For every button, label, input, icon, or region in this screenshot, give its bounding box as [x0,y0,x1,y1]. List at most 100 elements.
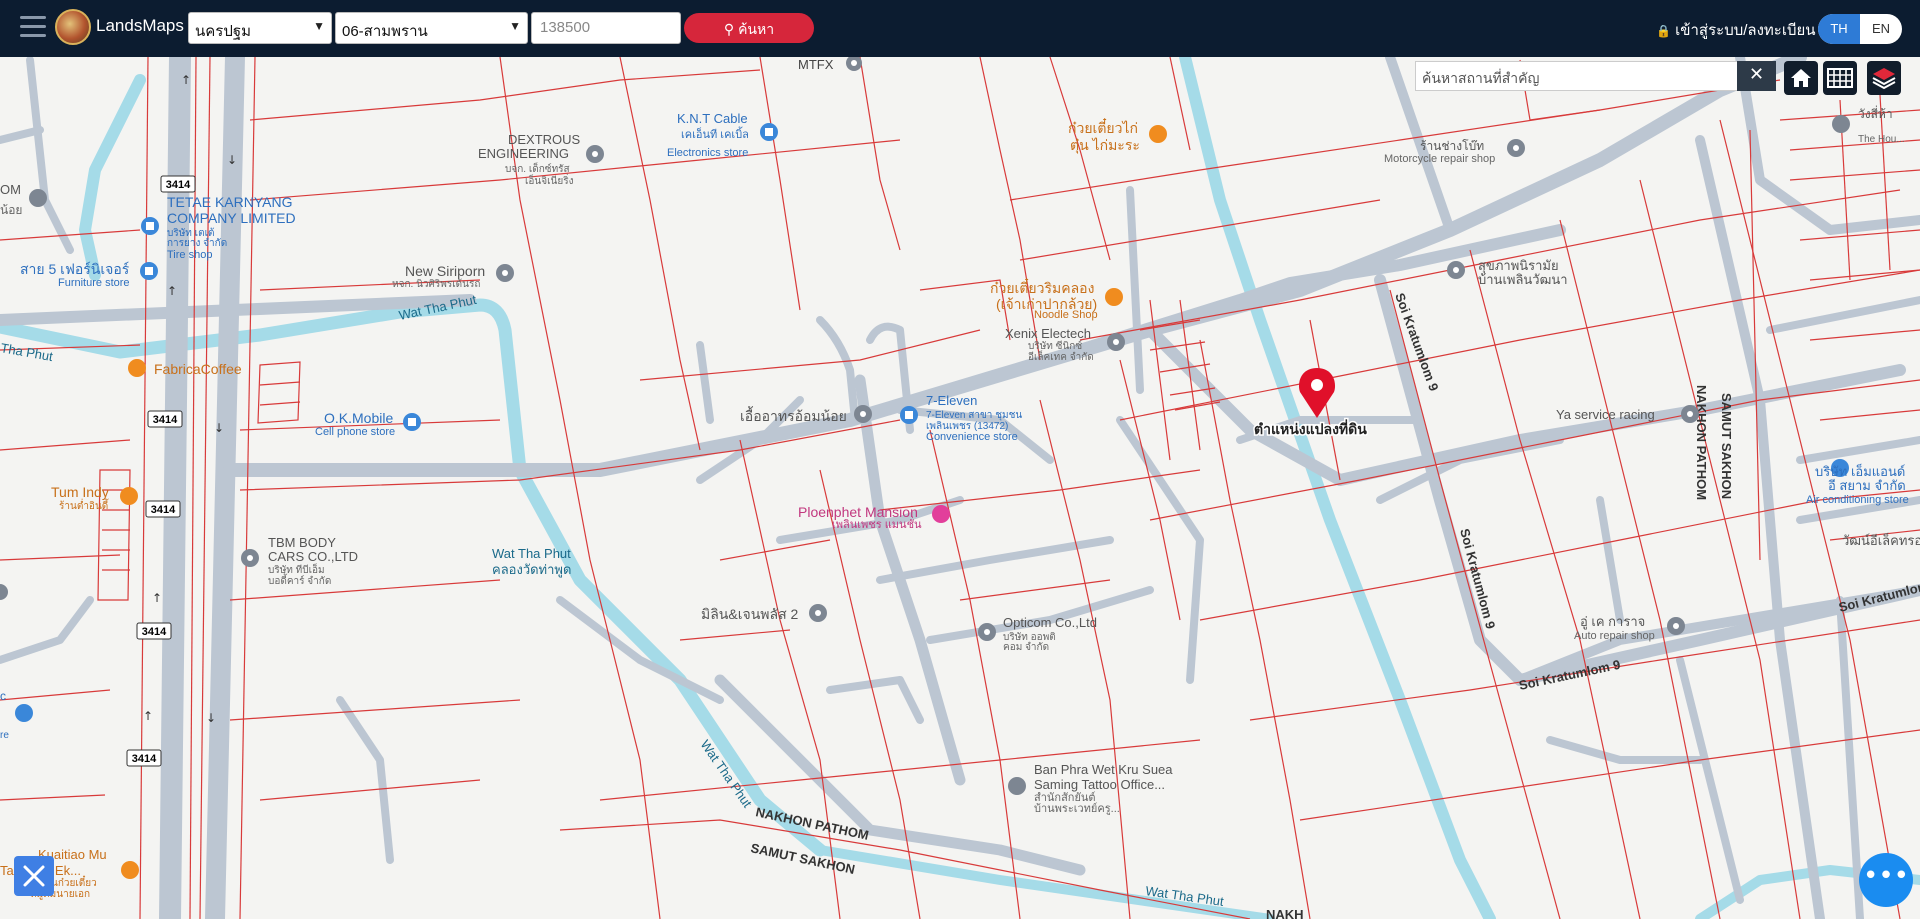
poi-tetae-2[interactable]: COMPANY LIMITED [167,210,296,226]
lang-en-button[interactable]: EN [1860,14,1902,44]
parcel-number-input[interactable]: 138500 [531,12,681,44]
poi-tbm-sub2: บอดี้คาร์ จำกัด [268,573,331,587]
map-canvas[interactable]: 3414 3414 3414 3414 3414 ↑ ↓ ↑ ↓ ↑ ↑ ↓ Wat Th… [0,0,1920,919]
svg-text:↓: ↓ [206,711,216,725]
poi-fabrica-coffee[interactable]: FabricaCoffee [154,361,242,377]
lock-icon: 🔒 [1656,24,1671,38]
parcel-marker-label: ตำแหน่งแปลงที่ดิน [1254,419,1367,437]
landsmaps-logo [55,9,91,45]
close-icon[interactable]: ✕ [1737,61,1776,91]
poi-ploenphet-sub: เพลินเพชร แมนชั่น [832,516,922,531]
poi-om[interactable]: OM [0,182,21,197]
poi-tetae-sub2: การยาง จำกัด [167,238,227,249]
poi-sai5-furniture[interactable]: สาย 5 เฟอร์นิเจอร์ [20,261,130,277]
search-icon: ⚲ [723,21,735,37]
language-toggle[interactable]: TH EN [1818,14,1902,44]
lang-th-button[interactable]: TH [1818,14,1860,44]
canal-label-wat-tha-phut: Wat Tha Phut [492,546,571,561]
poi-wang-si-ha[interactable]: วังสี่ห้า [1858,105,1893,121]
road-shield-3414-e: 3414 [132,753,157,765]
poi-xenix[interactable]: Xenix Electech [1005,326,1091,341]
search-button[interactable]: ⚲ ค้นหา [684,13,814,43]
search-button-label: ค้นหา [738,21,775,37]
road-shield-3414-d: 3414 [142,626,167,638]
road-shield-3414-b: 3414 [153,414,178,426]
poi-sukhaphap-2[interactable]: บ้านเพลินวัฒนา [1478,272,1568,287]
poi-7eleven-cat: Convenience store [926,431,1018,443]
poi-sai5-cat: Furniture store [58,277,130,289]
menu-icon[interactable] [20,16,46,38]
app-root: 3414 3414 3414 3414 3414 ↑ ↓ ↑ ↓ ↑ ↑ ↓ Wat Th… [0,0,1920,919]
svg-text:↑: ↑ [181,73,191,87]
poi-7eleven[interactable]: 7-Eleven [926,393,977,408]
poi-ban-phra-wet-1[interactable]: Ban Phra Wet Kru Suea [1034,762,1173,777]
svg-text:↓: ↓ [227,153,237,167]
poi-me-siam-cat: Air conditioning store [1806,494,1909,506]
restaurant-icon[interactable] [121,861,139,879]
temple-icon[interactable] [1008,777,1026,795]
poi-left-edge[interactable]: c [0,689,6,703]
poi-euaarthorn[interactable]: เอื้ออาทรอ้อมน้อย [740,406,847,424]
poi-pin-icon[interactable] [1832,115,1850,133]
poi-tbm-sub1: บริษัท ทีบีเอ็ม [268,562,325,576]
poi-wang-si-ha-sub: The Hou... [1858,134,1905,145]
poi-dextrous-1[interactable]: DEXTROUS [508,132,581,147]
login-link[interactable]: 🔒 เข้าสู่ระบบ/ลงทะเบียน [1656,18,1816,42]
road-label-nakh: NAKH [1266,907,1304,919]
district-value: 06-สามพราน [342,23,428,40]
more-options-button[interactable]: ••• [1859,853,1913,907]
poi-tum-indy[interactable]: Tum Indy [51,484,109,500]
poi-dextrous-sub1: บจก. เด็กซ์ทรัส [505,161,570,175]
hotel-icon[interactable] [932,505,950,523]
cafe-icon[interactable] [128,359,146,377]
province-select[interactable]: นครปฐม ▼ [188,12,332,44]
road-shield-3414-c: 3414 [151,504,176,516]
chevron-down-icon: ▼ [313,19,325,33]
poi-tbm-2[interactable]: CARS CO.,LTD [268,549,358,564]
poi-mtfx[interactable]: MTFX [798,57,834,72]
poi-tum-indy-sub: ร้านต่ำอินดี้ [59,498,109,512]
poi-knt-cable-sub: เคเอ็นที เคเบิ้ล [681,126,749,141]
layers-button[interactable] [1867,61,1901,95]
poi-ya-service[interactable]: Ya service racing [1556,407,1655,422]
poi-ok-mobile[interactable]: O.K.Mobile [324,410,393,426]
poi-noodle-1[interactable]: ก๋วยเตี๋ยวริมคลอง [990,278,1094,296]
poi-kuaytiao-kai-1[interactable]: ก๋วยเตี๋ยวไก่ [1068,118,1138,136]
grid-button[interactable] [1823,61,1857,95]
tools-icon [23,865,45,887]
measure-tool-button[interactable] [14,856,54,896]
district-select[interactable]: 06-สามพราน ▼ [335,12,528,44]
poi-pin-icon[interactable] [29,189,47,207]
restaurant-icon[interactable] [1105,288,1123,306]
svg-text:↓: ↓ [214,421,224,435]
place-search-input[interactable]: ค้นหาสถานที่สำคัญ [1415,61,1738,91]
restaurant-icon[interactable] [120,487,138,505]
poi-knt-cable[interactable]: K.N.T Cable [677,111,748,126]
poi-ban-phra-wet-2[interactable]: Saming Tattoo Office... [1034,777,1165,792]
poi-tbm-1[interactable]: TBM BODY [268,535,336,550]
poi-boat-shop[interactable]: ร้านช่างโบ๊ท [1420,139,1484,153]
restaurant-icon[interactable] [1149,125,1167,143]
road-shield-3414-a: 3414 [166,179,191,191]
poi-ploenphet-mansion[interactable]: Ploenphet Mansion [798,504,918,520]
poi-milin-jenplus[interactable]: มิลิน&เจนพลัส 2 [701,606,799,622]
road-label-nakhon-pathom-2: NAKHON PATHOM [1694,385,1709,500]
poi-dextrous-2[interactable]: ENGINEERING [478,146,569,161]
poi-opticom[interactable]: Opticom Co.,Ltd [1003,615,1097,630]
poi-me-siam-2[interactable]: อี สยาม จำกัด [1828,478,1906,493]
poi-wat-electro[interactable]: วัฒน์อีเล็คทรอ [1842,531,1920,548]
poi-tetae-1[interactable]: TETAE KARNYANG [167,194,293,210]
poi-xenix-sub1: บริษัท ซีนิกซ์ [1028,340,1082,352]
poi-me-siam-1[interactable]: บริษัท เอ็มแอนด์ [1815,462,1905,479]
home-button[interactable] [1784,61,1818,95]
poi-tetae-cat: Tire shop [167,249,212,261]
shop-icon[interactable] [15,704,33,722]
poi-ok-mobile-cat: Cell phone store [315,426,395,438]
poi-kuaytiao-kai-2[interactable]: ตุ๋น ไก่มะระ [1070,137,1140,154]
poi-k-garage[interactable]: อู่ เค การาจ [1580,614,1645,630]
top-navbar: LandsMaps นครปฐม ▼ 06-สามพราน ▼ 138500 ⚲… [0,0,1920,57]
svg-text:↑: ↑ [143,709,153,723]
poi-new-siriporn[interactable]: New Siriporn [405,263,485,279]
poi-ban-phra-wet-sub2: บ้านพระเวทย์ครู... [1034,802,1120,815]
road-label-samut-sakhon-2: SAMUT SAKHON [1719,393,1734,499]
